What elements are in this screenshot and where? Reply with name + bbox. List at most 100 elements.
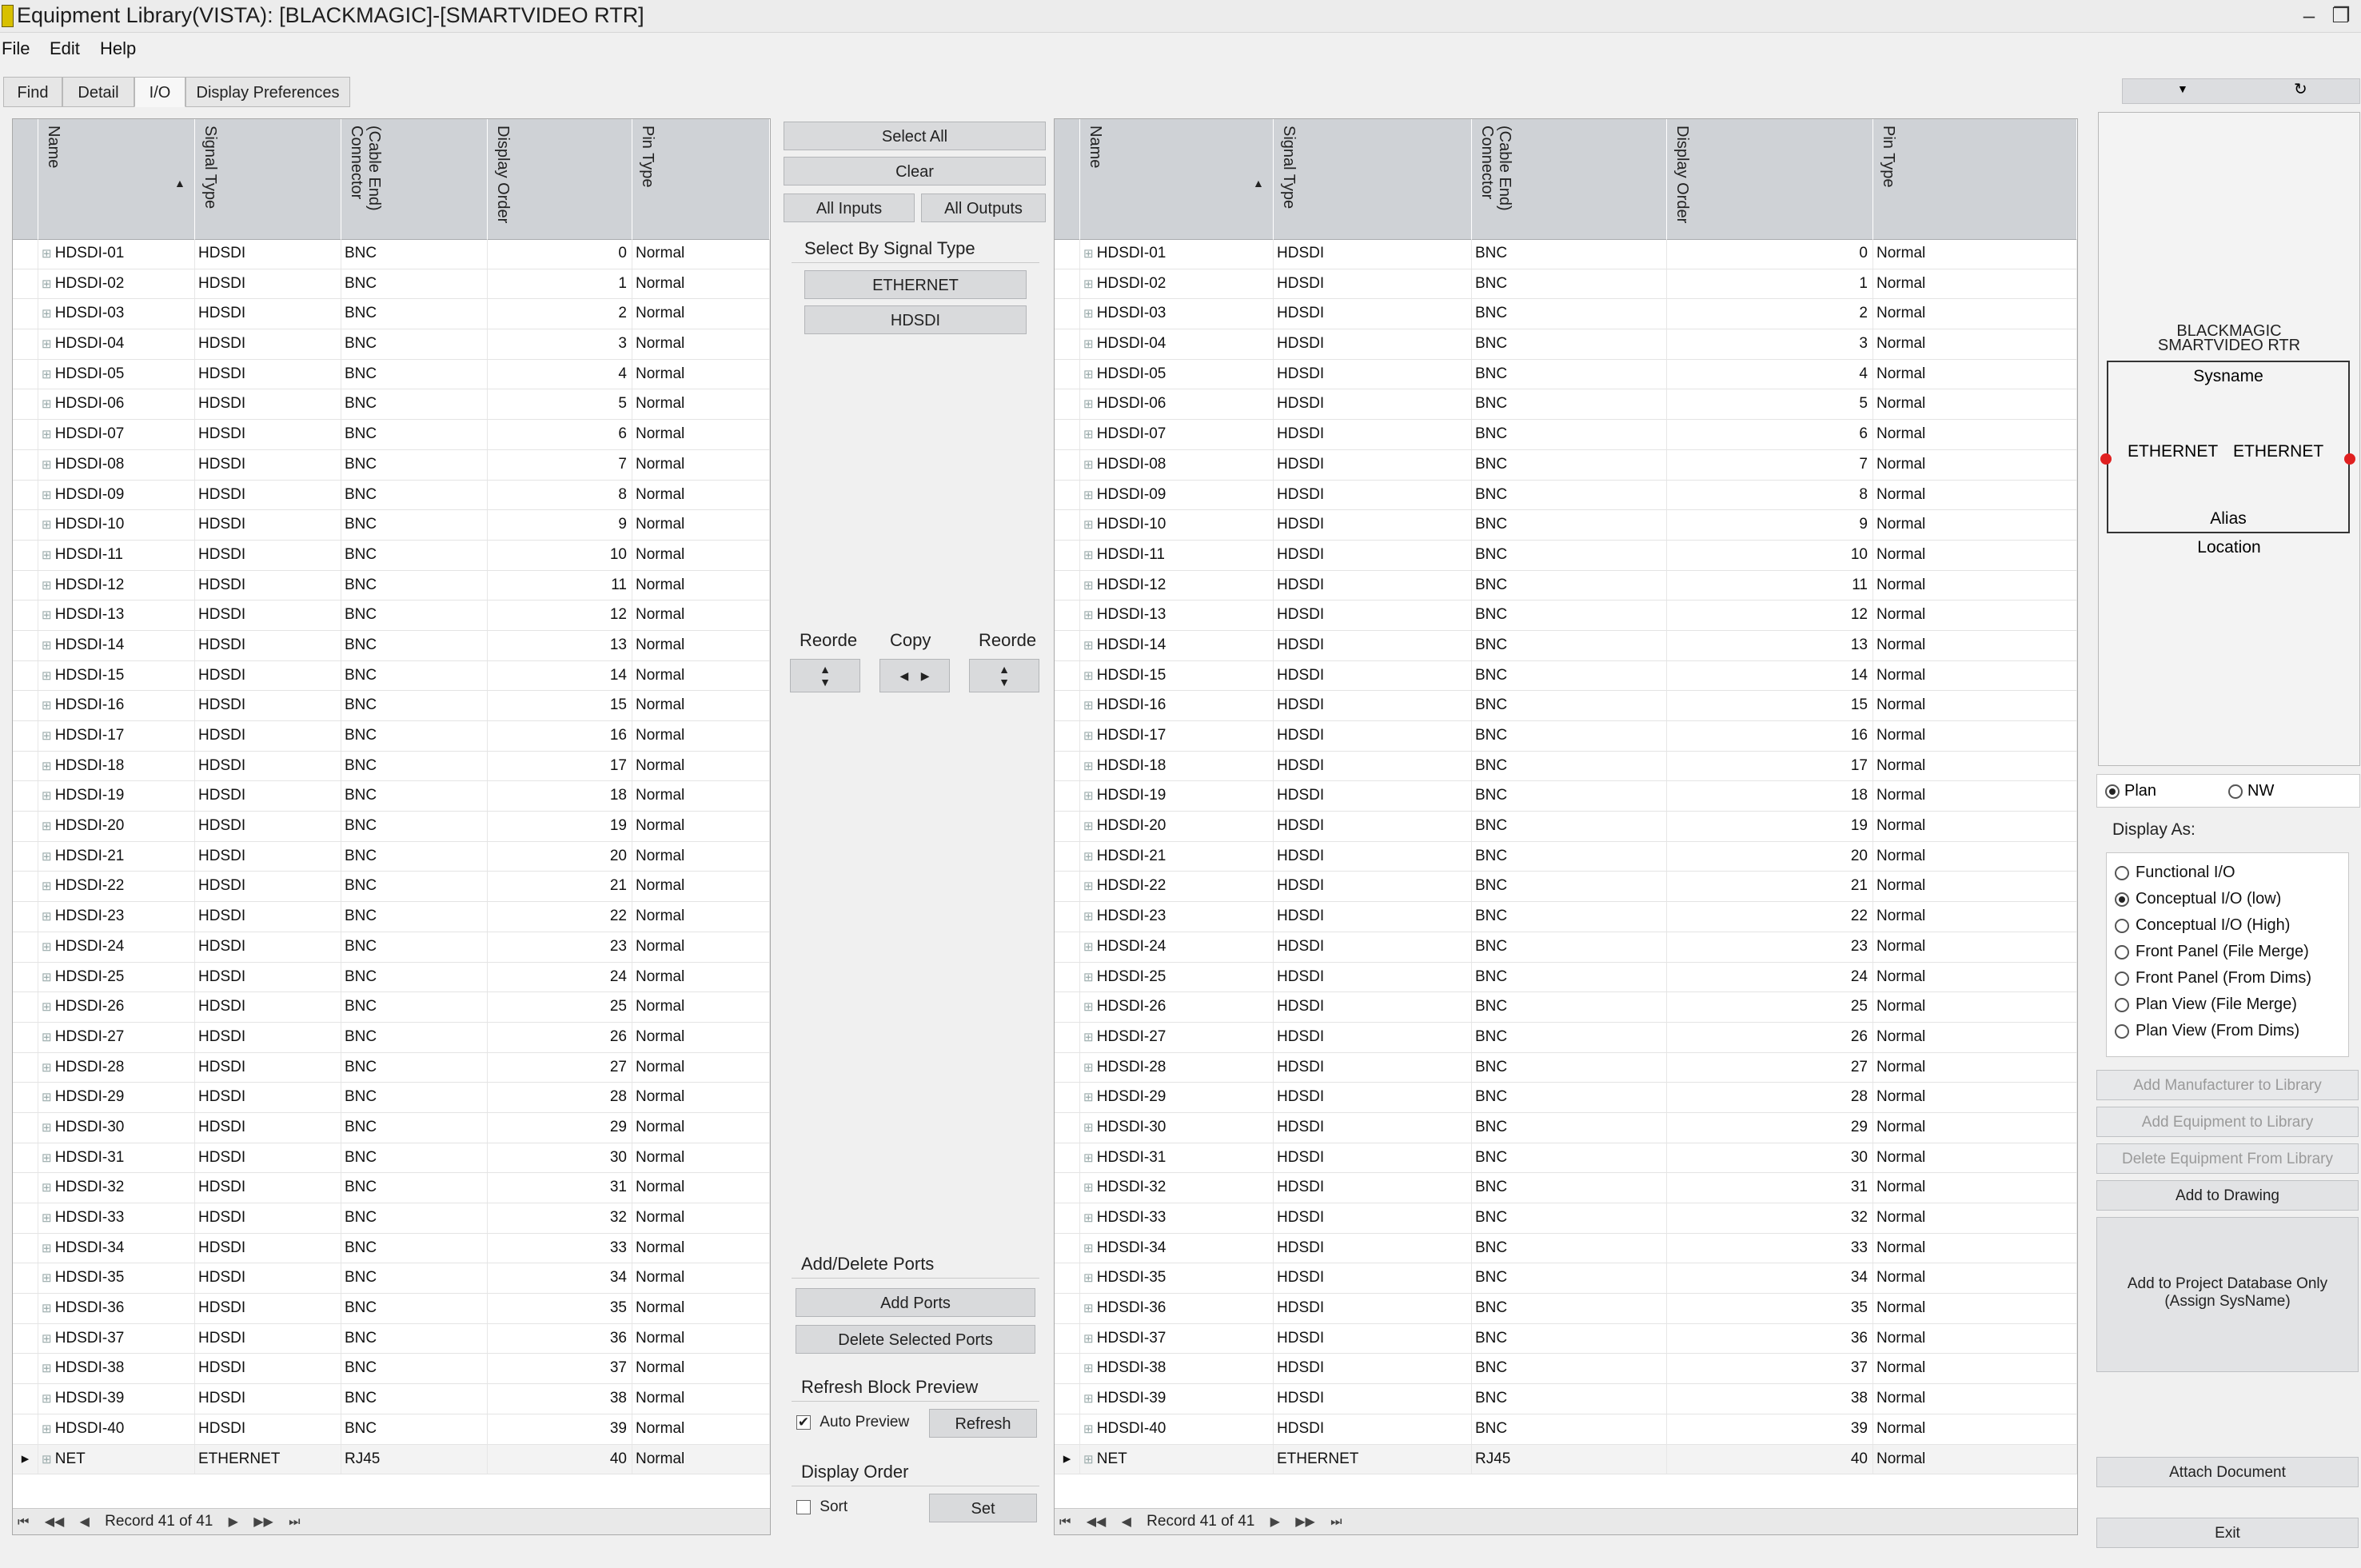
cell[interactable]: Normal: [632, 1444, 770, 1474]
cell[interactable]: ⊞ HDSDI-01: [38, 239, 195, 269]
table-row[interactable]: ⊞ HDSDI-35 HDSDI BNC 34 Normal: [1055, 1263, 2077, 1295]
cell[interactable]: 36: [1667, 1323, 1873, 1354]
cell[interactable]: HDSDI: [1274, 449, 1472, 480]
cell[interactable]: BNC: [341, 872, 488, 902]
display-as-option[interactable]: Front Panel (File Merge): [2115, 943, 2309, 961]
cell[interactable]: HDSDI: [195, 721, 341, 751]
cell[interactable]: Normal: [632, 239, 770, 269]
cell[interactable]: ⊞ HDSDI-40: [38, 1414, 195, 1444]
cell[interactable]: HDSDI: [195, 1143, 341, 1173]
expand-icon[interactable]: ⊞: [42, 549, 55, 562]
expand-icon[interactable]: ⊞: [42, 820, 55, 833]
table-row[interactable]: ⊞ HDSDI-30 HDSDI BNC 29 Normal: [1055, 1112, 2077, 1143]
cell[interactable]: Normal: [1873, 1143, 2077, 1173]
cell[interactable]: BNC: [1472, 630, 1667, 660]
cell[interactable]: ⊞ HDSDI-36: [1080, 1294, 1274, 1323]
cell[interactable]: 40: [1667, 1444, 1873, 1474]
cell[interactable]: HDSDI: [195, 600, 341, 630]
cell[interactable]: 31: [488, 1173, 632, 1203]
cell[interactable]: HDSDI: [1274, 480, 1472, 510]
table-row[interactable]: ⊞ HDSDI-18 HDSDI BNC 17 Normal: [13, 751, 770, 782]
next-record-icon[interactable]: ▶: [229, 1515, 238, 1529]
cell[interactable]: Normal: [632, 781, 770, 812]
table-row[interactable]: ⊞ HDSDI-24 HDSDI BNC 23 Normal: [13, 932, 770, 963]
refresh-button[interactable]: Refresh: [929, 1409, 1037, 1438]
table-row[interactable]: ⊞ HDSDI-39 HDSDI BNC 38 Normal: [1055, 1384, 2077, 1414]
cell[interactable]: 3: [1667, 329, 1873, 359]
expand-icon[interactable]: ⊞: [1083, 518, 1097, 532]
cell[interactable]: BNC: [341, 1384, 488, 1414]
cell[interactable]: BNC: [341, 902, 488, 932]
table-row[interactable]: ⊞ HDSDI-38 HDSDI BNC 37 Normal: [13, 1354, 770, 1385]
cell[interactable]: 26: [1667, 1022, 1873, 1052]
cell[interactable]: BNC: [1472, 1083, 1667, 1112]
expand-icon[interactable]: ⊞: [1083, 699, 1097, 712]
cell[interactable]: BNC: [341, 299, 488, 329]
cell[interactable]: 24: [1667, 962, 1873, 992]
tab-detail[interactable]: Detail: [62, 77, 134, 107]
cell[interactable]: HDSDI: [1274, 1143, 1472, 1173]
cell[interactable]: Normal: [1873, 841, 2077, 872]
cell[interactable]: BNC: [341, 1263, 488, 1294]
last-page-icon[interactable]: ⏭: [1330, 1515, 1342, 1529]
cell[interactable]: Normal: [1873, 812, 2077, 841]
copy-arrows-button[interactable]: ◀ ▶: [879, 659, 950, 692]
clear-button[interactable]: Clear: [784, 157, 1046, 186]
cell[interactable]: BNC: [341, 600, 488, 630]
tab-find[interactable]: Find: [3, 77, 62, 107]
cell[interactable]: 27: [488, 1052, 632, 1083]
cell[interactable]: Normal: [632, 540, 770, 570]
table-row[interactable]: ⊞ HDSDI-27 HDSDI BNC 26 Normal: [1055, 1022, 2077, 1053]
reorder-right-stepper[interactable]: ▲ ▼: [969, 659, 1039, 692]
cell[interactable]: Normal: [1873, 1173, 2077, 1203]
select-all-button[interactable]: Select All: [784, 122, 1046, 150]
expand-icon[interactable]: ⊞: [42, 608, 55, 622]
cell[interactable]: Normal: [632, 1414, 770, 1444]
cell[interactable]: HDSDI: [1274, 1173, 1472, 1203]
cell[interactable]: BNC: [341, 570, 488, 600]
cell[interactable]: BNC: [1472, 570, 1667, 600]
table-row[interactable]: ⊞ HDSDI-14 HDSDI BNC 13 Normal: [13, 630, 770, 661]
cell[interactable]: ⊞ HDSDI-23: [1080, 902, 1274, 932]
cell[interactable]: BNC: [1472, 660, 1667, 691]
cell[interactable]: Normal: [632, 812, 770, 841]
cell[interactable]: HDSDI: [195, 1083, 341, 1112]
table-row[interactable]: ⊞ HDSDI-17 HDSDI BNC 16 Normal: [13, 721, 770, 752]
cell[interactable]: HDSDI: [195, 1323, 341, 1354]
display-as-option[interactable]: Conceptual I/O (High): [2115, 916, 2290, 935]
cell[interactable]: 38: [488, 1384, 632, 1414]
cell[interactable]: ⊞ HDSDI-11: [38, 540, 195, 570]
cell[interactable]: 23: [488, 932, 632, 962]
table-row[interactable]: ⊞ HDSDI-02 HDSDI BNC 1 Normal: [13, 269, 770, 300]
cell[interactable]: ⊞ HDSDI-34: [38, 1233, 195, 1263]
next-record-icon[interactable]: ▶: [1270, 1515, 1280, 1529]
attach-document-button[interactable]: Attach Document: [2096, 1457, 2359, 1487]
cell[interactable]: HDSDI: [195, 1112, 341, 1143]
cell[interactable]: 7: [1667, 449, 1873, 480]
prev-record-icon[interactable]: ◀: [80, 1515, 90, 1529]
cell[interactable]: 13: [488, 630, 632, 660]
table-row[interactable]: ⊞ HDSDI-12 HDSDI BNC 11 Normal: [13, 570, 770, 601]
cell[interactable]: BNC: [341, 269, 488, 299]
cell[interactable]: Normal: [632, 329, 770, 359]
cell[interactable]: 13: [1667, 630, 1873, 660]
table-row[interactable]: ⊞ HDSDI-21 HDSDI BNC 20 Normal: [1055, 841, 2077, 872]
cell[interactable]: BNC: [1472, 299, 1667, 329]
cell[interactable]: 12: [488, 600, 632, 630]
cell[interactable]: ⊞ HDSDI-16: [1080, 691, 1274, 720]
cell[interactable]: Normal: [632, 600, 770, 630]
cell[interactable]: HDSDI: [195, 269, 341, 299]
minimize-button[interactable]: –: [2295, 2, 2323, 29]
expand-icon[interactable]: ⊞: [42, 307, 55, 321]
cell[interactable]: RJ45: [1472, 1444, 1667, 1474]
cell[interactable]: 16: [488, 721, 632, 751]
cell[interactable]: HDSDI: [1274, 420, 1472, 449]
cell[interactable]: ⊞ HDSDI-12: [38, 570, 195, 600]
table-row[interactable]: ⊞ HDSDI-04 HDSDI BNC 3 Normal: [1055, 329, 2077, 360]
expand-icon[interactable]: ⊞: [1083, 458, 1097, 472]
cell[interactable]: HDSDI: [195, 1354, 341, 1384]
cell[interactable]: 33: [1667, 1233, 1873, 1263]
signal-type-ethernet-button[interactable]: ETHERNET: [804, 270, 1027, 299]
cell[interactable]: BNC: [1472, 420, 1667, 449]
cell[interactable]: BNC: [341, 1083, 488, 1112]
